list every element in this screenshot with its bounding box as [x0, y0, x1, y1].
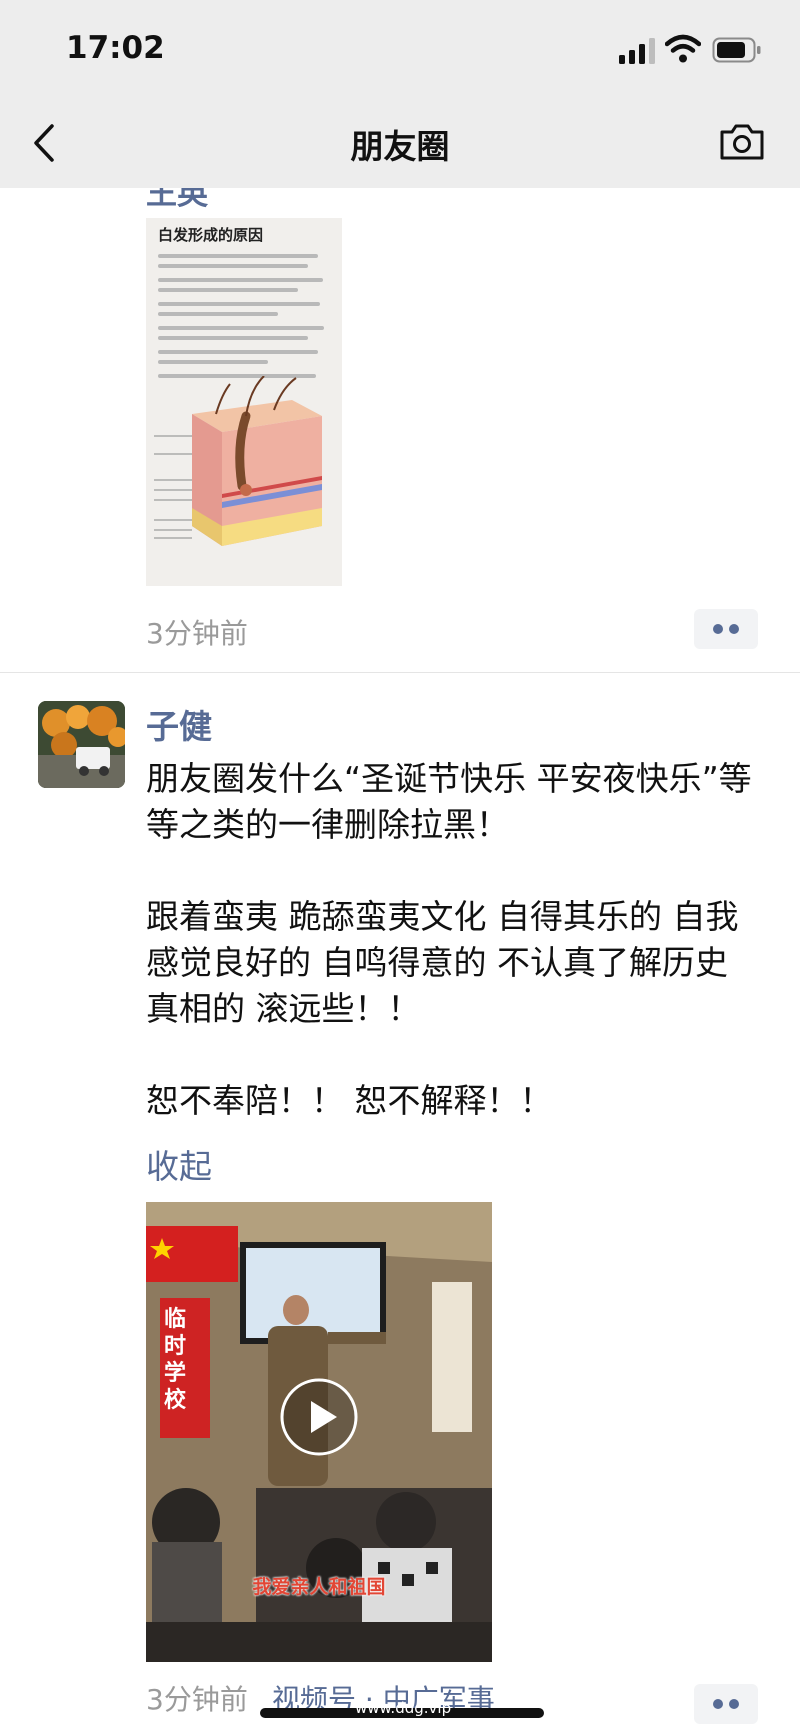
nav-bar: 朋友圈	[0, 98, 800, 188]
moments-feed: 王英 白发形成的原因 3分钟前 子健 朋友圈发什么“圣诞节快乐 平安夜快乐”等等…	[0, 188, 800, 1731]
status-time: 17:02	[66, 30, 165, 66]
text-line	[158, 264, 308, 268]
post-image[interactable]: 白发形成的原因	[146, 218, 342, 586]
watermark: www.ddg.vip	[355, 1699, 452, 1717]
post-author-partial[interactable]: 王英	[146, 188, 208, 213]
text-line	[158, 302, 320, 306]
post-paragraph: 跟着蛮夷 跪舔蛮夷文化 自得其乐的 自我感觉良好的 自鸣得意的 不认真了解历史真…	[146, 897, 739, 1028]
avatar[interactable]	[38, 701, 125, 788]
post-paragraph: 恕不奉陪！！ 恕不解释！！	[146, 1081, 553, 1120]
cellular-signal-icon	[619, 38, 655, 64]
post-author[interactable]: 子健	[146, 700, 212, 748]
avatar-image	[38, 701, 125, 788]
post-text: 朋友圈发什么“圣诞节快乐 平安夜快乐”等等之类的一律删除拉黑！ 跟着蛮夷 跪舔蛮…	[146, 756, 756, 1124]
more-dot-icon	[729, 624, 739, 634]
post-timestamp: 3分钟前	[146, 1683, 248, 1716]
text-line	[158, 326, 324, 330]
collapse-link[interactable]: 收起	[146, 1140, 212, 1188]
play-icon[interactable]	[279, 1377, 359, 1457]
text-line	[158, 360, 268, 364]
text-line	[158, 278, 323, 282]
video-sign-text: 临时学校	[164, 1307, 187, 1413]
post-paragraph: 朋友圈发什么“圣诞节快乐 平安夜快乐”等等之类的一律删除拉黑！	[146, 759, 752, 844]
skin-diagram-illustration	[154, 376, 322, 546]
more-dot-icon	[729, 1699, 739, 1709]
more-dot-icon	[713, 1699, 723, 1709]
camera-button[interactable]	[718, 120, 766, 164]
text-line	[158, 312, 278, 316]
more-actions-button[interactable]	[694, 609, 758, 649]
post-divider	[0, 672, 800, 673]
text-line	[158, 350, 318, 354]
wifi-icon	[665, 34, 701, 63]
battery-icon	[712, 37, 761, 63]
post-image-title: 白发形成的原因	[158, 226, 264, 244]
text-line	[158, 254, 318, 258]
more-actions-button[interactable]	[694, 1684, 758, 1724]
more-dot-icon	[713, 624, 723, 634]
text-line	[158, 336, 308, 340]
video-thumbnail[interactable]: 临时学校 我爱亲人和祖国	[146, 1202, 492, 1662]
page-title: 朋友圈	[350, 127, 450, 166]
status-bar: 17:02	[0, 0, 800, 98]
post-timestamp: 3分钟前	[146, 617, 248, 650]
video-caption: 我爱亲人和祖国	[252, 1576, 386, 1598]
text-line	[158, 288, 298, 292]
